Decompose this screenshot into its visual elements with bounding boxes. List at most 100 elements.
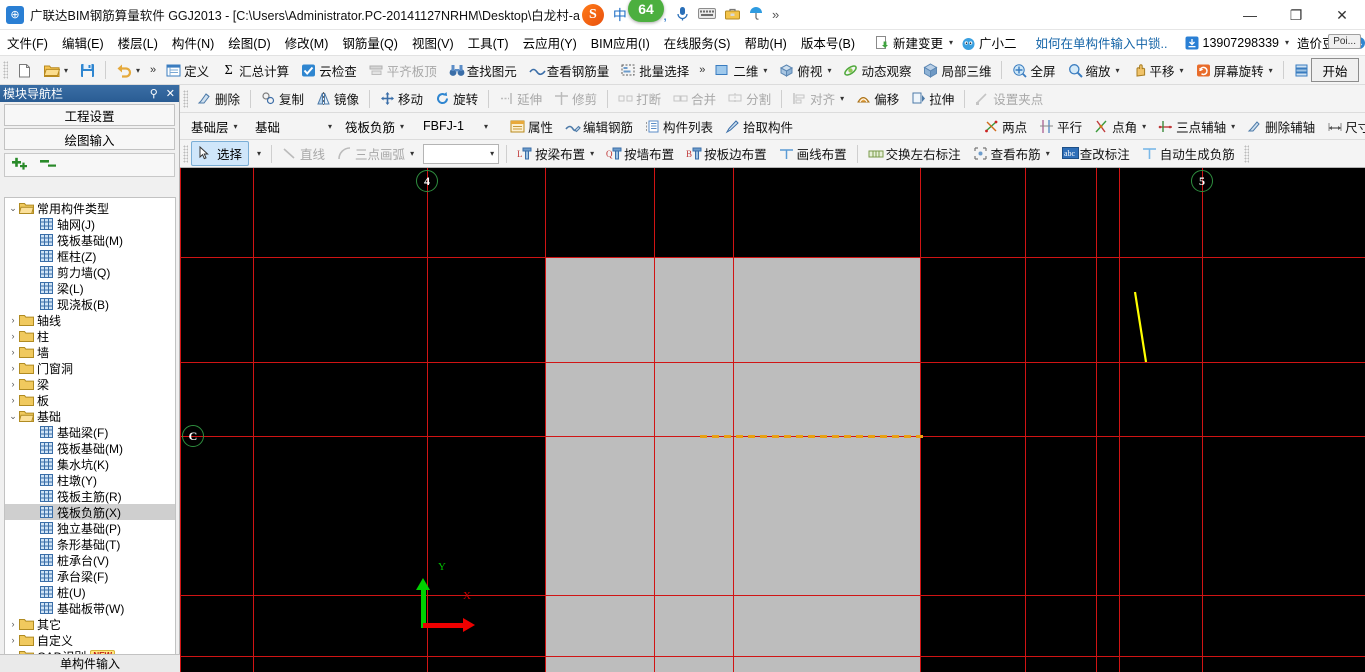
menu-tools[interactable]: 工具(T) (461, 30, 516, 55)
place-by-beam-button[interactable]: L 按梁布置 ▾ (511, 141, 600, 166)
menu-cloud-app[interactable]: 云应用(Y) (516, 30, 584, 55)
pin-icon[interactable]: ⚲ (146, 87, 162, 100)
chevron-down-icon[interactable]: ▾ (64, 66, 68, 75)
tree-folder[interactable]: › 柱 (5, 328, 175, 344)
arc-tool-button[interactable]: 三点画弧 ▾ (331, 141, 420, 166)
partial-3d-button[interactable]: 局部三维 (917, 58, 997, 83)
ime-mode-label[interactable]: 中 (613, 5, 627, 25)
tree-item[interactable]: 筏板基础(M) (5, 232, 175, 248)
tree-item[interactable]: 框柱(Z) (5, 248, 175, 264)
tree-item[interactable]: 独立基础(P) (5, 520, 175, 536)
chevron-right-icon[interactable]: › (7, 363, 19, 373)
move-button[interactable]: 移动 (374, 86, 429, 111)
tree-folder[interactable]: ⌄ 常用构件类型 (5, 200, 175, 216)
chevron-right-icon[interactable]: › (7, 331, 19, 341)
split-button[interactable]: 分割 (722, 86, 777, 111)
align-slab-top-button[interactable]: 平齐板顶 (363, 58, 443, 83)
place-by-slab-edge-button[interactable]: B 按板边布置 (680, 141, 773, 166)
chevron-down-icon[interactable]: ▾ (410, 149, 414, 158)
project-settings-button[interactable]: 工程设置 (4, 104, 175, 126)
menu-help[interactable]: 帮助(H) (737, 30, 793, 55)
chevron-down-icon[interactable]: ▾ (136, 66, 140, 75)
view-rebar-layout-button[interactable]: 查看布筋 ▾ (967, 141, 1056, 166)
tree-item[interactable]: 筏板基础(M) (5, 440, 175, 456)
menu-draw[interactable]: 绘图(D) (221, 30, 277, 55)
tree-folder[interactable]: › 轴线 (5, 312, 175, 328)
copy-button[interactable]: 复制 (255, 86, 310, 111)
pick-component-button[interactable]: 拾取构件 (719, 114, 799, 139)
toolbar-grip[interactable] (1243, 144, 1249, 163)
chevron-down-icon[interactable]: ▾ (949, 38, 953, 47)
axis-bubble[interactable]: 5 (1191, 170, 1213, 192)
tree-item[interactable]: 条形基础(T) (5, 536, 175, 552)
tree-item[interactable]: 筏板负筋(X) (5, 504, 175, 520)
chevron-down-icon[interactable]: ▾ (1285, 38, 1289, 47)
tree-item[interactable]: 梁(L) (5, 280, 175, 296)
extend-button[interactable]: 延伸 (493, 86, 548, 111)
line-tool-button[interactable]: 直线 (276, 141, 331, 166)
menu-edit[interactable]: 编辑(E) (55, 30, 111, 55)
component-list-button[interactable]: 构件列表 (639, 114, 719, 139)
rebar-segment[interactable] (1120, 288, 1160, 368)
fullscreen-button[interactable]: 全屏 (1006, 58, 1061, 83)
ime-toolbar[interactable]: S 中 ☽ °, » (581, 3, 779, 26)
single-component-input-tab[interactable]: 单构件输入 (0, 654, 180, 672)
account-button[interactable]: 13907298339 ▾ (1182, 36, 1293, 50)
tree-folder[interactable]: › 其它 (5, 616, 175, 632)
tree-item[interactable]: 筏板主筋(R) (5, 488, 175, 504)
toolbar-overflow-button[interactable]: » (146, 64, 160, 76)
new-file-button[interactable] (11, 60, 38, 81)
component-tree[interactable]: ⌄ 常用构件类型 轴网(J) 筏板基础(M) 框柱(Z) 剪力墙(Q) 梁(L) 现浇板(B)… (4, 197, 176, 672)
zoom-button[interactable]: 缩放 ▾ (1062, 58, 1126, 83)
properties-button[interactable]: 属性 (504, 114, 559, 139)
toolbar-grip[interactable] (3, 61, 8, 79)
tree-item[interactable]: 剪力墙(Q) (5, 264, 175, 280)
open-file-button[interactable]: ▾ (38, 60, 74, 81)
chevron-down-icon[interactable]: ▾ (479, 122, 493, 131)
chevron-down-icon[interactable]: ▾ (1116, 66, 1120, 75)
chevron-right-icon[interactable]: › (7, 395, 19, 405)
tree-item[interactable]: 集水坑(K) (5, 456, 175, 472)
chevron-down-icon[interactable]: ▾ (1142, 122, 1146, 131)
chevron-down-icon[interactable]: ▾ (1046, 149, 1050, 158)
view-rebar-button[interactable]: 查看钢筋量 (523, 58, 616, 83)
chevron-down-icon[interactable]: ▾ (395, 122, 409, 131)
stretch-button[interactable]: 拉伸 (905, 86, 960, 111)
dimension-button[interactable]: 尺寸标注 ▾ (1321, 114, 1365, 139)
notification-badge[interactable]: 64 (628, 0, 664, 22)
negative-rebar-dashed[interactable] (700, 435, 925, 438)
chevron-down-icon[interactable]: ▾ (827, 66, 831, 75)
chevron-down-icon[interactable]: ▾ (763, 66, 767, 75)
chevron-right-icon[interactable]: › (7, 347, 19, 357)
save-button[interactable] (74, 60, 101, 81)
tree-folder[interactable]: › 梁 (5, 376, 175, 392)
toolbox-icon[interactable] (724, 7, 740, 23)
edit-annotation-button[interactable]: abc 查改标注 (1056, 141, 1136, 166)
break-button[interactable]: 打断 (612, 86, 667, 111)
menu-component[interactable]: 构件(N) (165, 30, 221, 55)
floor-select[interactable]: 基础层 ▾ (187, 116, 249, 136)
toolbar-grip[interactable] (183, 89, 188, 108)
delete-button[interactable]: 删除 (191, 86, 246, 111)
place-by-wall-button[interactable]: Q 按墙布置 (600, 141, 680, 166)
screen-rotate-button[interactable]: 屏幕旋转 ▾ (1190, 58, 1279, 83)
auto-negative-rebar-button[interactable]: 自动生成负筋 (1136, 141, 1241, 166)
tree-item[interactable]: 柱墩(Y) (5, 472, 175, 488)
cloud-check-button[interactable]: 云检查 (295, 58, 363, 83)
expand-all-icon[interactable] (11, 156, 31, 175)
tree-item[interactable]: 轴网(J) (5, 216, 175, 232)
drawing-input-button[interactable]: 绘图输入 (4, 128, 175, 150)
chevron-down-icon[interactable]: ▾ (1180, 66, 1184, 75)
select-tool-button[interactable]: 选择 (191, 141, 250, 166)
set-grip-button[interactable]: 设置夹点 (969, 86, 1049, 111)
axis-bubble[interactable]: C (182, 425, 204, 447)
delete-axis-button[interactable]: 删除辅轴 (1241, 114, 1321, 139)
toolbar-grip[interactable] (183, 144, 188, 163)
tree-item[interactable]: 基础板带(W) (5, 600, 175, 616)
hint-link[interactable]: 如何在单构件输入中锁.. (1022, 33, 1182, 52)
new-change-button[interactable]: 新建变更 ▾ (872, 33, 956, 52)
edit-rebar-button[interactable]: 编辑钢筋 (559, 114, 639, 139)
tree-item[interactable]: 现浇板(B) (5, 296, 175, 312)
chevron-down-icon[interactable]: ▾ (323, 122, 337, 131)
maximize-button[interactable]: ❐ (1273, 0, 1319, 30)
